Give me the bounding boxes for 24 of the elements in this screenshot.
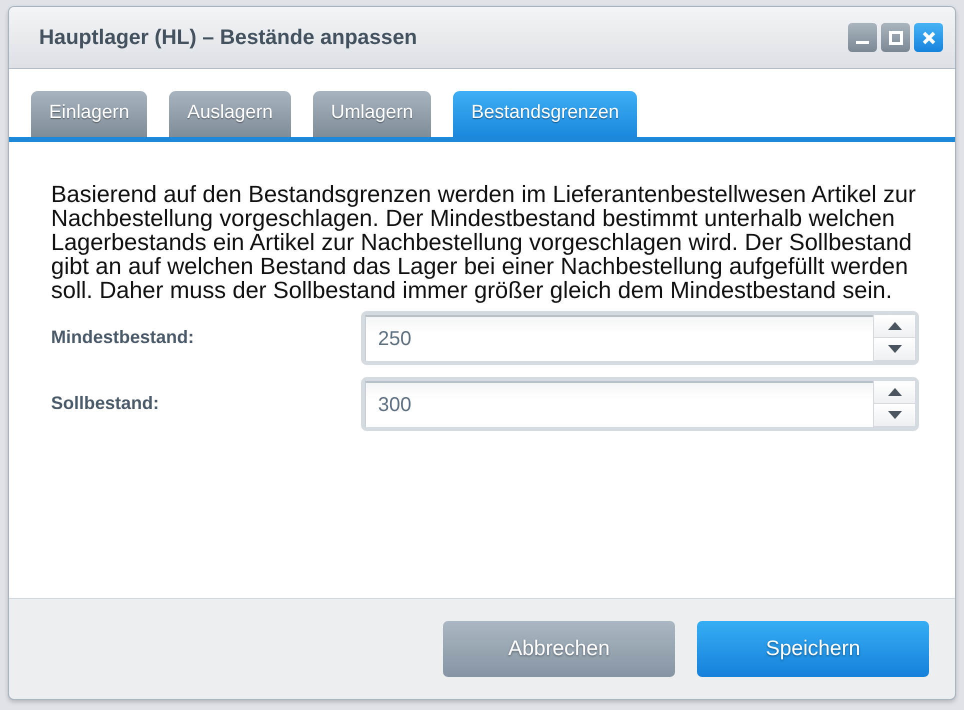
down-triangle-icon xyxy=(888,344,902,352)
window-title: Hauptlager (HL) – Bestände anpassen xyxy=(39,24,418,51)
number-field[interactable]: 300 xyxy=(361,376,919,430)
field-label: Mindestbestand: xyxy=(51,326,196,349)
close-icon xyxy=(920,30,936,46)
minimize-icon xyxy=(856,41,869,44)
maximize-button[interactable] xyxy=(881,23,910,52)
close-button[interactable] xyxy=(914,23,943,52)
tab[interactable]: Bestandsgrenzen xyxy=(453,91,638,136)
number-field[interactable]: 250 xyxy=(361,310,919,364)
spin-up-button[interactable] xyxy=(874,314,915,338)
minimize-button[interactable] xyxy=(848,23,877,52)
cancel-button[interactable]: Abbrechen xyxy=(443,621,675,677)
tab[interactable]: Umlagern xyxy=(312,91,432,136)
up-triangle-icon xyxy=(888,322,902,330)
field-label: Sollbestand: xyxy=(51,392,160,415)
maximize-icon xyxy=(888,30,904,46)
save-button[interactable]: Speichern xyxy=(697,621,929,677)
description-text: Basierend auf den Bestandsgrenzen werden im Lieferantenbestellwesen Artikel zur Nachbestellung vorgeschlagen. Der Mindestbestand bestimmt unterhalb welchen Lagerbestands ein Artikel zur Nachbestellung vorgeschlagen wird. Der Sollbestand gibt an auf welchen Bestand das Lager bei einer Nachbestellung aufgefüllt werden soll. Daher muss der Sollbestand immer größer gleich dem Mindestbestand sein. xyxy=(51,182,917,302)
down-triangle-icon xyxy=(888,410,902,418)
spin-up-button[interactable] xyxy=(874,380,915,404)
tab[interactable]: Auslagern xyxy=(169,91,291,136)
tab[interactable]: Einlagern xyxy=(31,91,148,136)
up-triangle-icon xyxy=(888,388,902,396)
